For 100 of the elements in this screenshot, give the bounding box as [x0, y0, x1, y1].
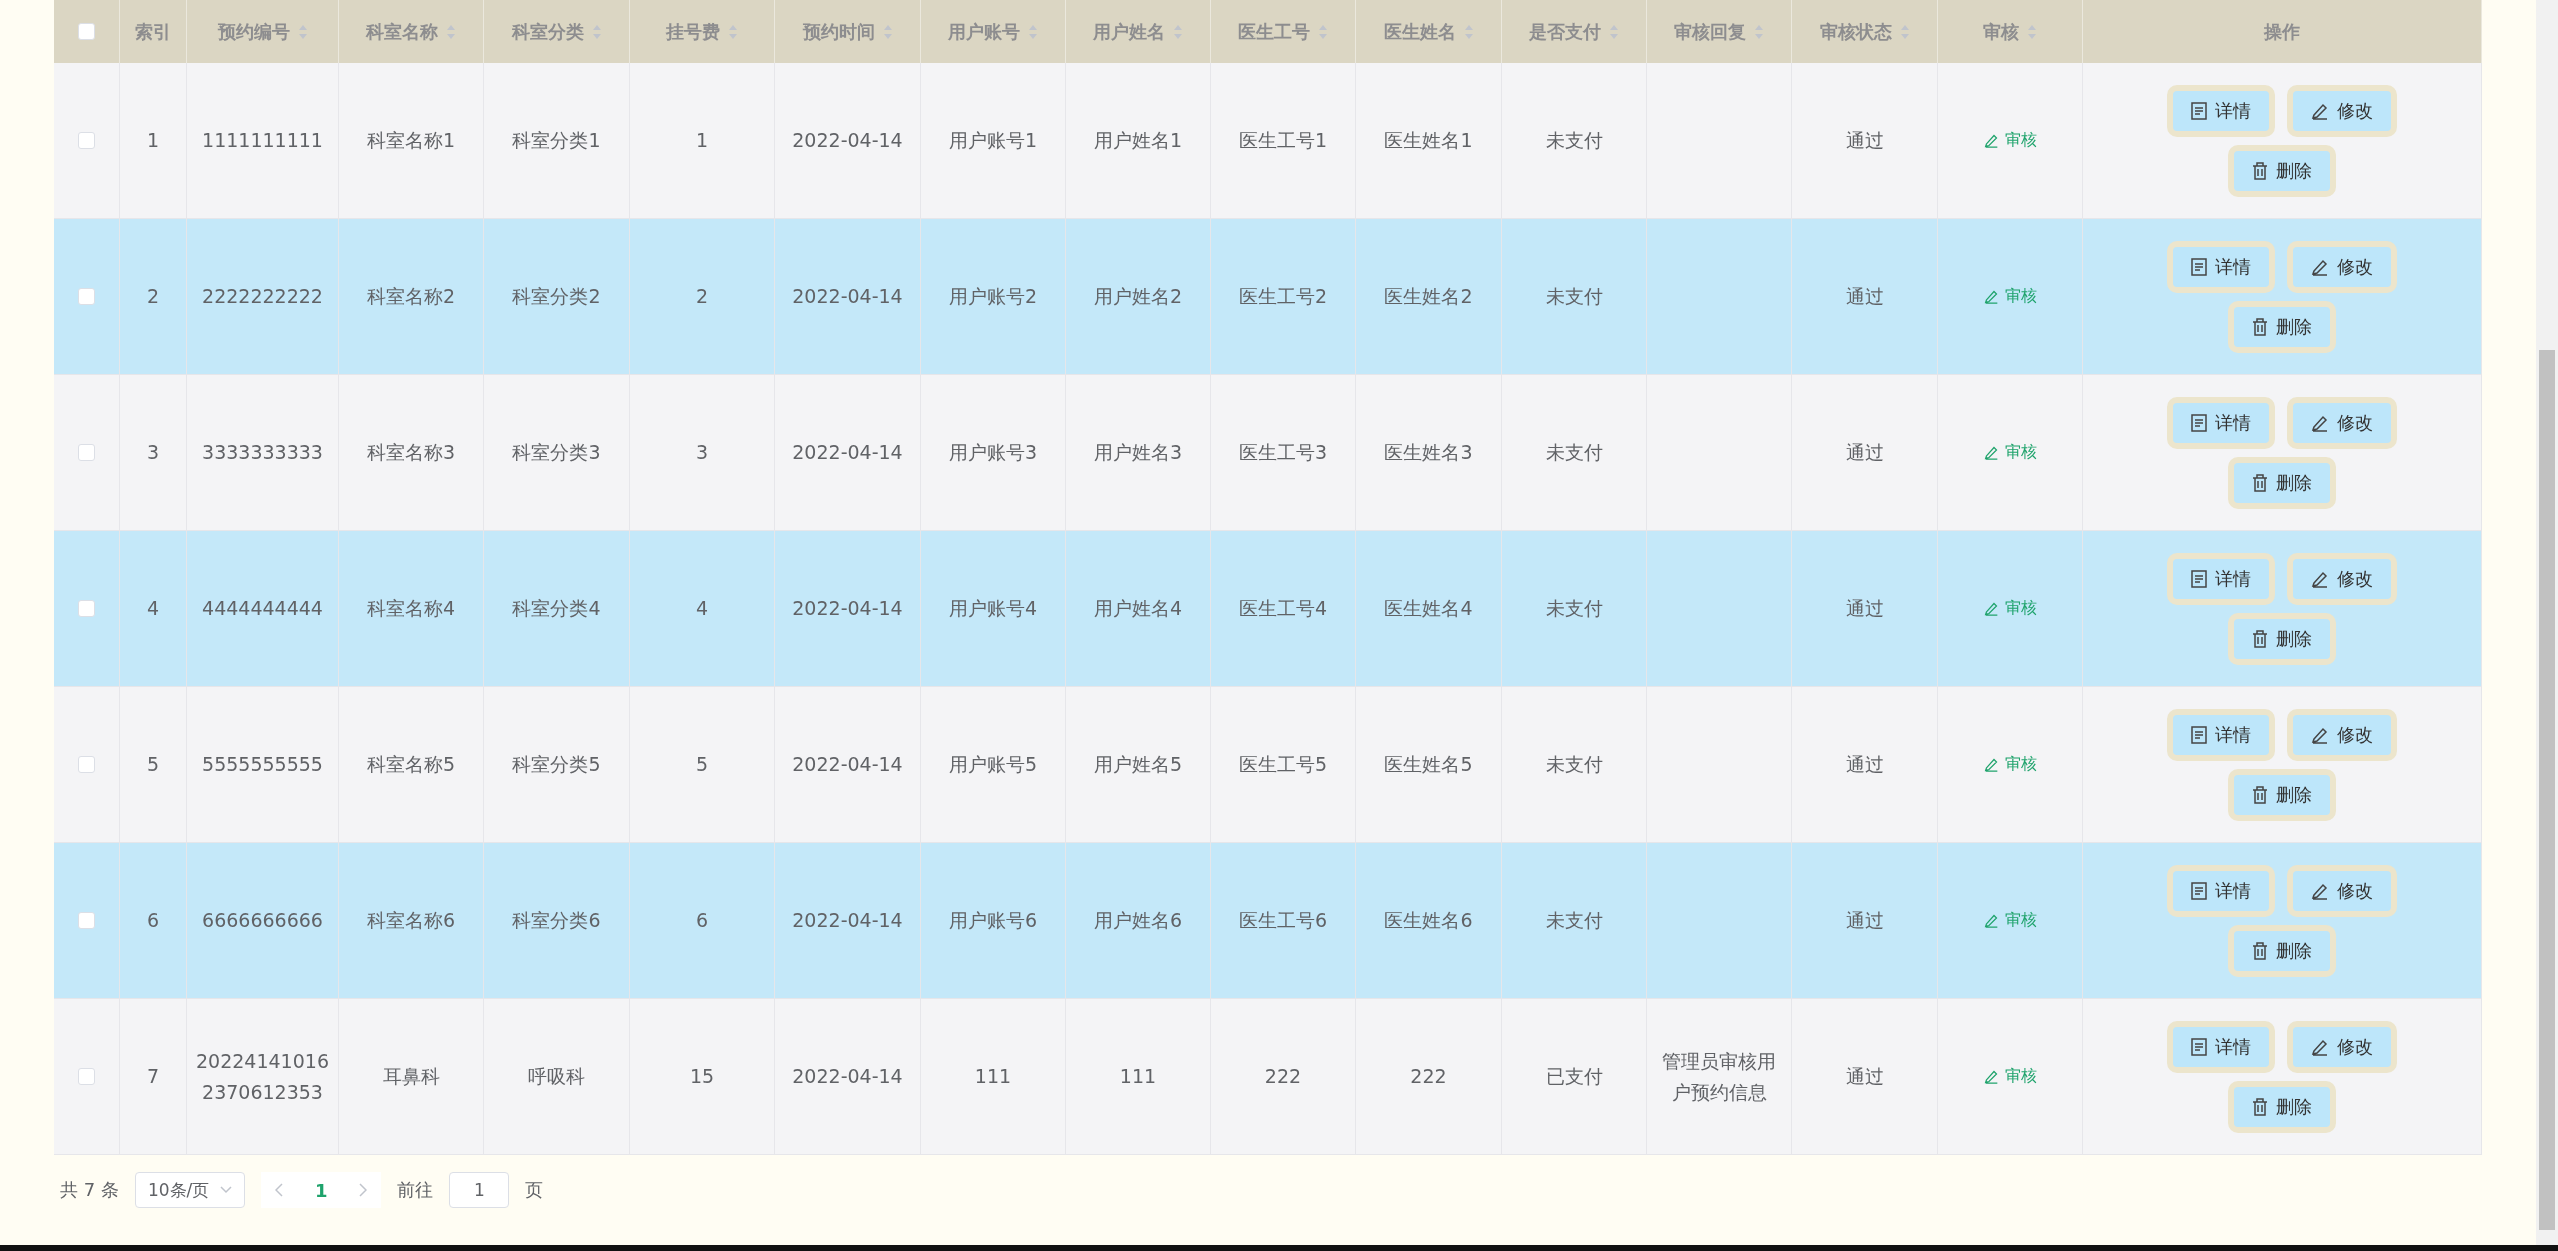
table-cell-text: 6 — [695, 908, 709, 934]
edit-button[interactable]: 修改 — [2287, 84, 2397, 137]
sort-icon[interactable] — [882, 23, 893, 40]
edit-button[interactable]: 修改 — [2287, 396, 2397, 449]
table-cell-text: 7 — [146, 1064, 160, 1090]
delete-button[interactable]: 删除 — [2228, 924, 2336, 977]
scrollbar[interactable] — [2536, 0, 2558, 1245]
table-cell-text: 医生姓名2 — [1384, 284, 1473, 310]
next-page-icon[interactable] — [359, 1183, 368, 1197]
pencil-icon — [2311, 413, 2329, 432]
table-cell-text: 科室分类4 — [512, 596, 601, 622]
pencil-icon — [1983, 133, 1999, 148]
table-cell-text: 用户账号1 — [948, 128, 1038, 154]
review-link[interactable]: 审核 — [1983, 130, 2037, 151]
table-cell-text: 2022-04-14 — [792, 440, 903, 466]
sort-icon[interactable] — [1173, 23, 1183, 40]
table-cell-text: 科室名称1 — [366, 128, 456, 154]
details-button[interactable]: 详情 — [2167, 84, 2275, 137]
details-button[interactable]: 详情 — [2167, 240, 2275, 293]
table-cell-text: 医生姓名1 — [1384, 128, 1473, 154]
table-cell-text: 已支付 — [1545, 1064, 1603, 1090]
trash-icon — [2252, 785, 2268, 804]
table-cell-text: 医生姓名4 — [1384, 596, 1473, 622]
details-button[interactable]: 详情 — [2167, 396, 2275, 449]
trash-icon — [2252, 317, 2268, 336]
sort-icon[interactable] — [728, 23, 738, 40]
select-all-checkbox[interactable] — [78, 23, 95, 40]
page-number[interactable]: 1 — [306, 1179, 336, 1201]
sort-icon[interactable] — [1609, 23, 1619, 40]
delete-button[interactable]: 删除 — [2228, 300, 2336, 353]
page-size-select[interactable]: 10条/页 — [134, 1172, 245, 1208]
table-cell-text: 5555555555 — [202, 752, 323, 778]
row-checkbox[interactable] — [78, 444, 95, 461]
table-cell-text: 4 — [695, 596, 709, 622]
trash-icon — [2252, 473, 2268, 492]
details-button[interactable]: 详情 — [2167, 1020, 2275, 1073]
table-cell-text: 3333333333 — [202, 440, 323, 466]
delete-button[interactable]: 删除 — [2228, 456, 2336, 509]
table-cell-text: 2 — [695, 284, 709, 310]
delete-button[interactable]: 删除 — [2228, 612, 2336, 665]
edit-button[interactable]: 修改 — [2287, 708, 2397, 761]
document-icon — [2191, 257, 2207, 276]
pencil-icon — [1983, 757, 1999, 772]
row-checkbox[interactable] — [78, 756, 95, 773]
review-link[interactable]: 审核 — [1983, 1066, 2037, 1087]
table-cell-text: 医生姓名3 — [1384, 440, 1473, 466]
sort-icon[interactable] — [1899, 23, 1910, 40]
pencil-icon — [1983, 289, 1999, 304]
table-cell-text: 2022-04-14 — [792, 128, 903, 154]
delete-button[interactable]: 删除 — [2228, 144, 2336, 197]
sort-icon[interactable] — [2027, 23, 2037, 40]
table-cell-text: 202241410162370612353 — [195, 1049, 330, 1105]
details-button[interactable]: 详情 — [2167, 864, 2275, 917]
sort-icon[interactable] — [297, 23, 308, 40]
row-checkbox[interactable] — [78, 912, 95, 929]
table-cell-text: 医生工号1 — [1238, 128, 1328, 154]
edit-button[interactable]: 修改 — [2287, 864, 2397, 917]
table-cell-text: 科室分类5 — [512, 752, 601, 778]
row-checkbox[interactable] — [78, 1068, 95, 1085]
edit-button[interactable]: 修改 — [2287, 552, 2397, 605]
document-icon — [2191, 1037, 2207, 1056]
table-cell-text: 1 — [146, 128, 160, 154]
details-button[interactable]: 详情 — [2167, 552, 2275, 605]
sort-icon[interactable] — [1463, 23, 1474, 40]
sort-icon[interactable] — [446, 23, 456, 40]
goto-page-field[interactable]: 1 — [449, 1172, 510, 1208]
pencil-icon — [1983, 601, 1999, 616]
pencil-icon — [2311, 881, 2329, 900]
edit-button[interactable]: 修改 — [2287, 1020, 2397, 1073]
table-cell-text: 2022-04-14 — [792, 908, 903, 934]
details-button[interactable]: 详情 — [2167, 708, 2275, 761]
sort-icon[interactable] — [591, 23, 602, 40]
table-cell-text: 用户账号3 — [948, 440, 1038, 466]
table-cell-text: 用户账号6 — [948, 908, 1038, 934]
table-cell-text: 通过 — [1845, 1064, 1884, 1090]
edit-button[interactable]: 修改 — [2287, 240, 2397, 293]
sort-icon[interactable] — [1754, 23, 1764, 40]
sort-icon[interactable] — [1318, 23, 1328, 40]
delete-button[interactable]: 删除 — [2228, 1080, 2336, 1133]
previous-page-icon[interactable] — [274, 1183, 283, 1197]
pencil-icon — [2311, 1037, 2329, 1056]
sort-icon[interactable] — [1028, 23, 1038, 40]
row-checkbox[interactable] — [78, 132, 95, 149]
table-cell-text: 科室名称2 — [366, 284, 456, 310]
table-cell-text: 2022-04-14 — [792, 1064, 903, 1090]
table-cell-text: 3 — [695, 440, 709, 466]
row-checkbox[interactable] — [78, 288, 95, 305]
delete-button[interactable]: 删除 — [2228, 768, 2336, 821]
pencil-icon — [2311, 101, 2329, 120]
table-cell-text: 未支付 — [1545, 752, 1603, 778]
review-link[interactable]: 审核 — [1983, 754, 2037, 775]
goto-label: 前往 — [397, 1178, 434, 1202]
table-cell-text: 呼吸科 — [528, 1064, 585, 1090]
document-icon — [2191, 101, 2207, 120]
document-icon — [2191, 881, 2207, 900]
table-cell-text: 6666666666 — [202, 908, 323, 934]
review-link[interactable]: 审核 — [1983, 442, 2037, 463]
document-icon — [2191, 569, 2207, 588]
table-cell-text: 用户姓名3 — [1093, 440, 1183, 466]
row-checkbox[interactable] — [78, 600, 95, 617]
